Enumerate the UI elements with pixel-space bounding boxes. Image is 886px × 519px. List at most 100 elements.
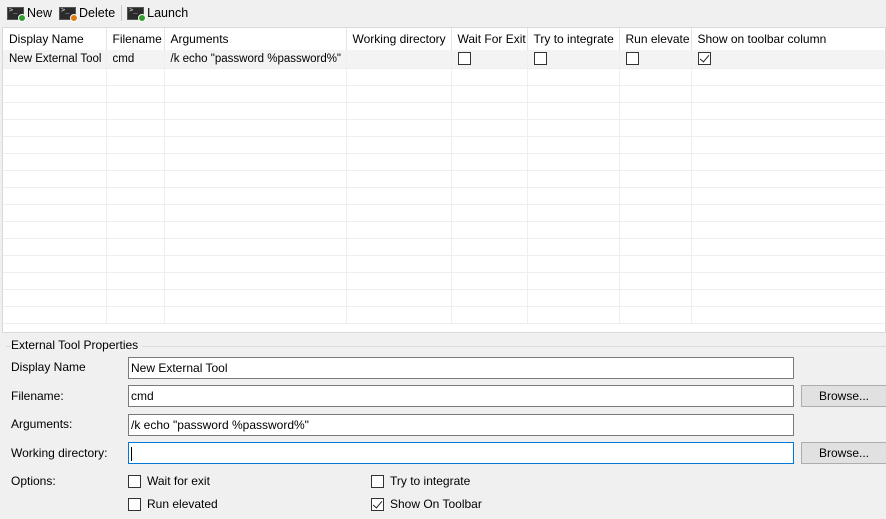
column-header-show-on-toolbar[interactable]: Show on toolbar column <box>691 28 885 50</box>
empty-row <box>3 85 885 103</box>
try-to-integrate-cell-checkbox[interactable] <box>533 52 547 66</box>
empty-cell <box>691 289 885 307</box>
arguments-label: Arguments: <box>11 417 73 431</box>
empty-cell <box>3 68 107 86</box>
wait-for-exit-checkbox[interactable] <box>128 474 141 488</box>
launch-button-label: Launch <box>147 6 189 20</box>
column-header-try-to-integrate[interactable]: Try to integrate <box>527 28 620 50</box>
launch-tool-icon <box>127 6 147 22</box>
column-header-wait-for-exit[interactable]: Wait For Exit <box>451 28 528 50</box>
empty-cell <box>527 221 620 239</box>
empty-row <box>3 272 885 290</box>
empty-cell <box>164 153 347 171</box>
empty-cell <box>3 204 107 222</box>
table-row[interactable]: New External Tool cmd /k echo "password … <box>3 50 885 69</box>
empty-cell <box>451 153 528 171</box>
show-on-toolbar-checkbox[interactable] <box>371 497 384 511</box>
empty-row <box>3 68 885 86</box>
empty-cell <box>3 255 107 273</box>
empty-cell <box>106 204 165 222</box>
cell-filename[interactable]: cmd <box>106 50 165 69</box>
empty-cell <box>451 68 528 86</box>
working-directory-field[interactable] <box>128 442 794 464</box>
empty-row <box>3 119 885 137</box>
wait-for-exit-cell-checkbox[interactable] <box>457 52 471 66</box>
empty-cell <box>527 68 620 86</box>
wait-for-exit-option[interactable]: Wait for exit <box>128 474 210 488</box>
working-directory-label: Working directory: <box>11 446 108 460</box>
empty-row <box>3 187 885 205</box>
empty-cell <box>619 119 692 137</box>
empty-row <box>3 221 885 239</box>
new-button[interactable]: New <box>4 3 56 23</box>
empty-cell <box>164 255 347 273</box>
empty-cell <box>164 68 347 86</box>
empty-cell <box>106 221 165 239</box>
show-on-toolbar-option[interactable]: Show On Toolbar <box>371 497 482 511</box>
empty-cell <box>691 187 885 205</box>
arguments-field[interactable]: /k echo "password %password%" <box>128 414 794 436</box>
empty-row <box>3 204 885 222</box>
display-name-label: Display Name <box>11 360 86 374</box>
empty-cell <box>451 272 528 290</box>
filename-field[interactable]: cmd <box>128 385 794 407</box>
empty-cell <box>451 255 528 273</box>
empty-cell <box>3 170 107 188</box>
empty-cell <box>346 221 452 239</box>
delete-button[interactable]: Delete <box>56 3 119 23</box>
cell-arguments[interactable]: /k echo "password %password%" <box>164 50 347 69</box>
show-on-toolbar-cell-checkbox[interactable] <box>697 52 711 66</box>
empty-cell <box>691 85 885 103</box>
empty-cell <box>619 221 692 239</box>
empty-cell <box>527 238 620 256</box>
options-label: Options: <box>11 474 56 488</box>
empty-cell <box>527 204 620 222</box>
cell-wait-for-exit <box>451 50 528 69</box>
empty-cell <box>619 102 692 120</box>
empty-cell <box>346 204 452 222</box>
try-to-integrate-checkbox[interactable] <box>371 474 384 488</box>
empty-cell <box>451 85 528 103</box>
run-elevated-checkbox[interactable] <box>128 497 141 511</box>
empty-row <box>3 102 885 120</box>
column-header-run-elevate[interactable]: Run elevate <box>619 28 692 50</box>
try-to-integrate-option[interactable]: Try to integrate <box>371 474 470 488</box>
cell-run-elevated <box>619 50 692 69</box>
filename-label: Filename: <box>11 389 64 403</box>
cell-display-name[interactable]: New External Tool <box>3 50 107 69</box>
empty-cell <box>527 85 620 103</box>
empty-cell <box>346 272 452 290</box>
empty-cell <box>106 119 165 137</box>
empty-cell <box>346 238 452 256</box>
column-header-working-directory[interactable]: Working directory <box>346 28 452 50</box>
delete-tool-icon <box>59 6 79 22</box>
empty-cell <box>527 255 620 273</box>
empty-cell <box>691 238 885 256</box>
empty-cell <box>691 153 885 171</box>
working-directory-browse-button[interactable]: Browse... <box>801 442 886 464</box>
empty-cell <box>3 85 107 103</box>
display-name-field[interactable]: New External Tool <box>128 357 794 379</box>
column-header-arguments[interactable]: Arguments <box>164 28 347 50</box>
empty-row <box>3 306 885 324</box>
empty-cell <box>164 204 347 222</box>
cell-working-directory[interactable] <box>346 50 452 69</box>
filename-browse-button[interactable]: Browse... <box>801 385 886 407</box>
new-tool-icon <box>7 6 26 22</box>
empty-cell <box>164 306 347 324</box>
empty-cell <box>3 221 107 239</box>
empty-cell <box>346 289 452 307</box>
empty-cell <box>346 153 452 171</box>
empty-cell <box>3 272 107 290</box>
run-elevated-cell-checkbox[interactable] <box>625 52 639 66</box>
column-header-display-name[interactable]: Display Name <box>3 28 107 50</box>
external-tools-grid[interactable]: Display Name Filename Arguments Working … <box>2 27 886 333</box>
delete-button-label: Delete <box>79 6 116 20</box>
column-header-filename[interactable]: Filename <box>106 28 165 50</box>
empty-cell <box>106 187 165 205</box>
launch-button[interactable]: Launch <box>124 3 192 23</box>
empty-cell <box>451 306 528 324</box>
empty-cell <box>619 68 692 86</box>
run-elevated-option[interactable]: Run elevated <box>128 497 218 511</box>
empty-cell <box>106 136 165 154</box>
